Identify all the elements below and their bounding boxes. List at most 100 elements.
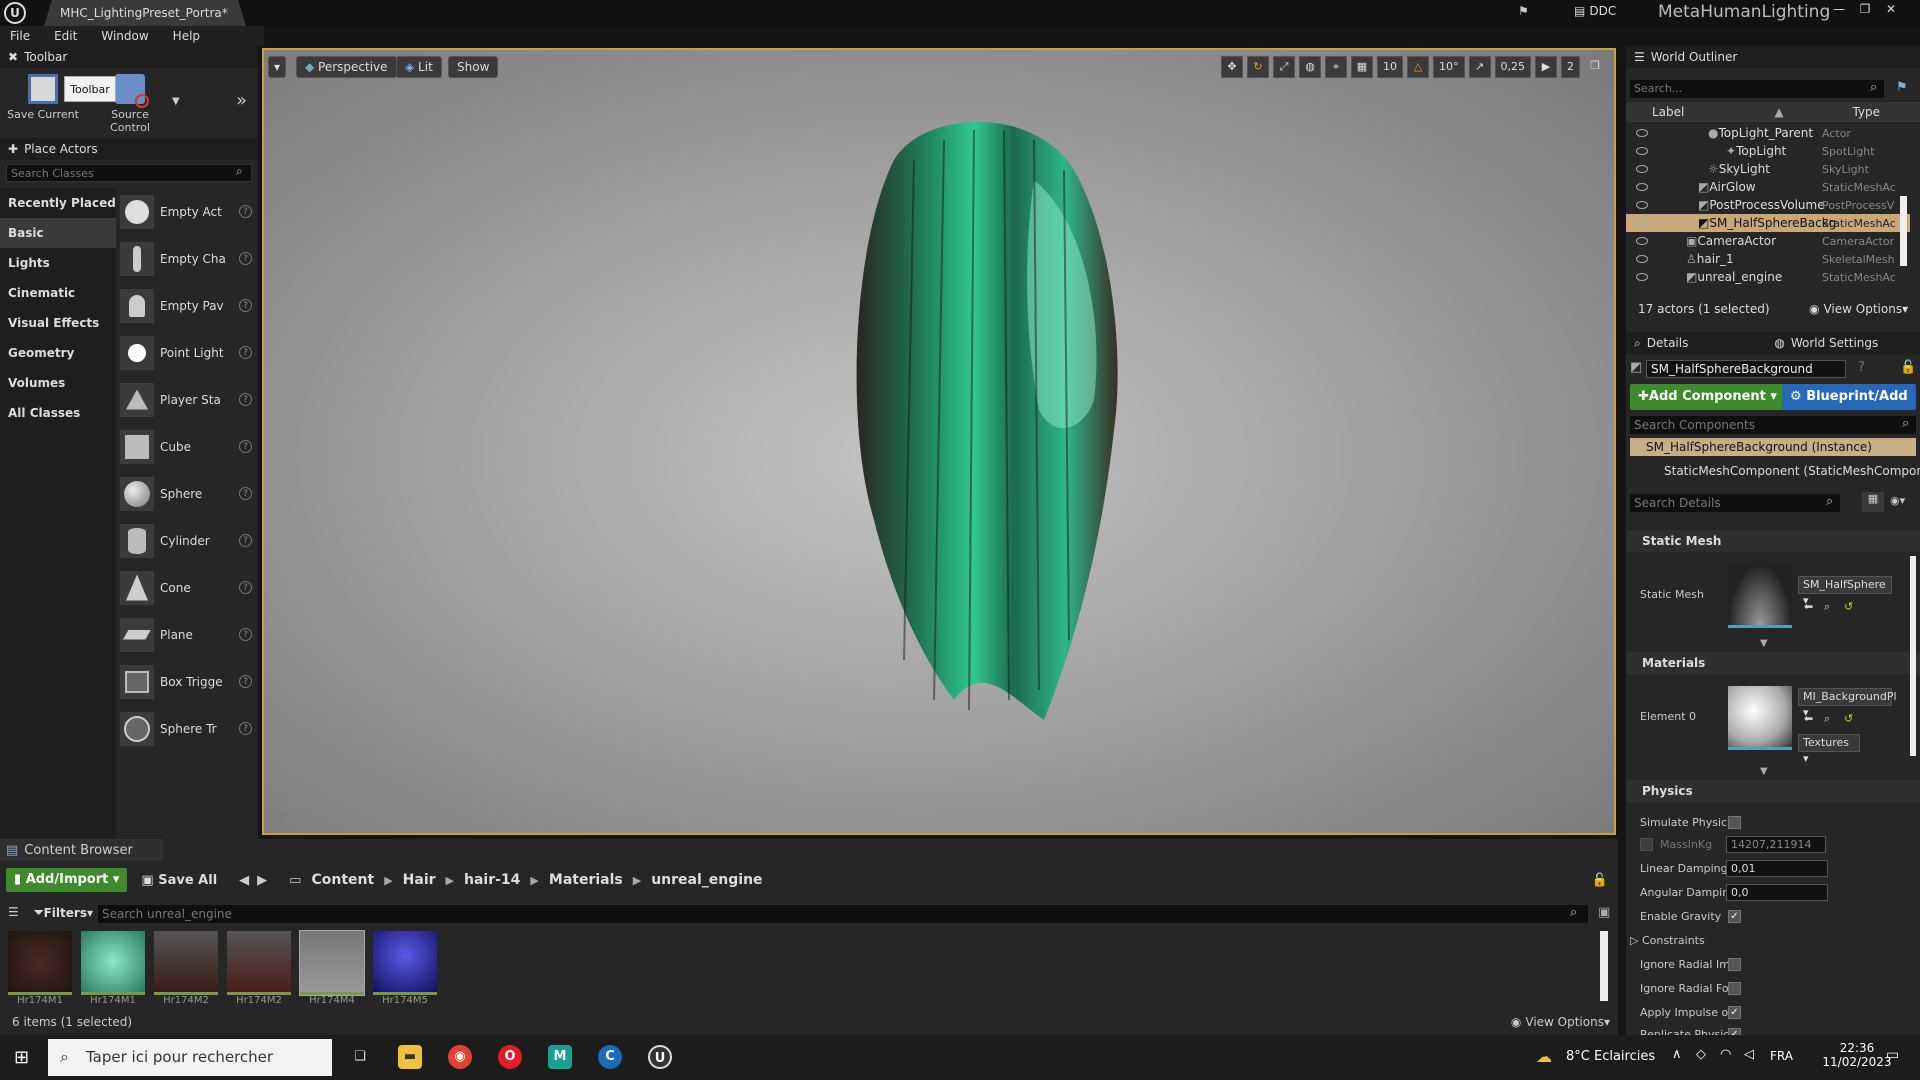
apply-impulse-checkbox[interactable]: ✓: [1728, 1006, 1741, 1019]
asset-tile[interactable]: Hr174M1: [81, 931, 145, 1006]
windows-start-icon[interactable]: ⊞: [14, 1047, 29, 1068]
outliner-row[interactable]: ☼ SkyLight SkyLight: [1626, 160, 1910, 178]
place-actors-tab-label[interactable]: Place Actors: [24, 142, 98, 156]
actor-item-sphere-trigger[interactable]: Sphere Tr?: [120, 705, 252, 752]
actor-item-empty-actor[interactable]: Empty Act?: [120, 188, 252, 235]
material-dropdown[interactable]: MI_BackgroundPl ▾: [1798, 688, 1897, 719]
outliner-scrollbar[interactable]: [1900, 196, 1907, 266]
wifi-icon[interactable]: ◠: [1720, 1047, 1731, 1062]
opera-icon[interactable]: O: [498, 1045, 522, 1069]
constraints-expander[interactable]: ▷ Constraints: [1630, 934, 1705, 947]
actor-item-empty-character[interactable]: Empty Cha?: [120, 235, 252, 282]
mass-field[interactable]: 14207,211914: [1726, 836, 1826, 853]
actor-item-cube[interactable]: Cube?: [120, 423, 252, 470]
volume-icon[interactable]: ◁: [1744, 1047, 1754, 1062]
visibility-eye-icon[interactable]: [1636, 273, 1648, 281]
help-icon[interactable]: ?: [239, 675, 252, 688]
lock-icon[interactable]: 🔓: [1900, 360, 1916, 375]
use-selected-arrow-icon[interactable]: ⬅: [1804, 600, 1813, 613]
reset-icon[interactable]: ↺: [1844, 712, 1853, 725]
task-view-icon[interactable]: ❏: [348, 1045, 372, 1069]
grid-size-value[interactable]: 10: [1377, 56, 1403, 78]
actor-item-box-trigger[interactable]: Box Trigge?: [120, 658, 252, 705]
surface-snap-icon[interactable]: ⌖: [1325, 56, 1347, 78]
outliner-row[interactable]: ▣ CameraActor CameraActor: [1626, 232, 1910, 250]
help-icon[interactable]: ?: [239, 205, 252, 218]
outliner-row[interactable]: ● TopLight_Parent Actor: [1626, 124, 1910, 142]
outliner-row[interactable]: ◩ PostProcessVolume PostProcessV: [1626, 196, 1910, 214]
add-import-button[interactable]: ▮ Add/Import ▾: [6, 868, 128, 892]
category-basic[interactable]: Basic: [0, 218, 116, 248]
notification-icon[interactable]: ▭: [1886, 1047, 1899, 1063]
visibility-eye-icon[interactable]: [1636, 255, 1648, 263]
toolbar-tab-label[interactable]: Toolbar: [24, 50, 67, 64]
search-details-input[interactable]: Search Details: [1630, 494, 1840, 512]
world-space-icon[interactable]: ◍: [1299, 56, 1321, 78]
category-all-classes[interactable]: All Classes: [0, 398, 116, 428]
sources-toggle-icon[interactable]: ☰: [8, 905, 19, 919]
browse-icon[interactable]: ⌕: [1824, 712, 1830, 726]
add-component-button[interactable]: ✚Add Component ▾: [1630, 384, 1785, 410]
clock[interactable]: 22:36 11/02/2023: [1822, 1041, 1892, 1069]
lit-button[interactable]: ◈ Lit: [396, 56, 442, 78]
visibility-eye-icon[interactable]: [1636, 237, 1648, 245]
details-scrollbar[interactable]: [1910, 556, 1916, 756]
scale-snap-icon[interactable]: ↗: [1468, 56, 1491, 78]
static-mesh-dropdown[interactable]: SM_HalfSphere ▾: [1798, 576, 1892, 607]
weather-text[interactable]: 8°C Eclaircies: [1566, 1049, 1655, 1064]
grid-snap-icon[interactable]: ▦: [1351, 56, 1373, 78]
taskbar-search-input[interactable]: Taper ici pour rechercher: [48, 1039, 332, 1076]
outliner-row[interactable]: ✦ TopLight SpotLight: [1626, 142, 1910, 160]
tab-details[interactable]: Details: [1647, 336, 1689, 350]
actor-item-cylinder[interactable]: Cylinder?: [120, 517, 252, 564]
camera-speed-icon[interactable]: ▶: [1535, 56, 1557, 78]
level-viewport[interactable]: ▾ ◆ Perspective ◈ Lit Show ✥ ↻ ⤢ ◍ ⌖ ▦ 1…: [262, 48, 1616, 835]
rotate-icon[interactable]: ↻: [1247, 56, 1269, 78]
actor-item-cone[interactable]: Cone?: [120, 564, 252, 611]
category-geometry[interactable]: Geometry: [0, 338, 116, 368]
asset-tile[interactable]: Hr174M5: [373, 931, 437, 1006]
input-language[interactable]: FRA: [1770, 1049, 1793, 1063]
breadcrumb-hair[interactable]: Hair: [403, 872, 436, 888]
sort-up-icon[interactable]: ▲: [1774, 105, 1783, 119]
angular-damping-field[interactable]: 0,0: [1726, 884, 1828, 901]
static-mesh-section-header[interactable]: Static Mesh: [1626, 530, 1920, 552]
menu-help[interactable]: Help: [173, 29, 200, 43]
label-column-header[interactable]: Label: [1652, 105, 1684, 119]
perspective-button[interactable]: ◆ Perspective: [296, 56, 397, 78]
asset-tile[interactable]: Hr174M4: [299, 930, 365, 1006]
menu-window[interactable]: Window: [101, 29, 148, 43]
help-icon[interactable]: ?: [239, 299, 252, 312]
material-thumbnail[interactable]: [1728, 686, 1792, 750]
add-filter-icon[interactable]: ⚑: [1896, 80, 1908, 95]
visibility-eye-icon[interactable]: [1636, 129, 1648, 137]
scale-snap-value[interactable]: 0,25: [1494, 56, 1531, 78]
category-recently-placed[interactable]: Recently Placed: [0, 188, 116, 218]
close-icon[interactable]: ✕: [1880, 2, 1902, 20]
reset-icon[interactable]: ↺: [1844, 600, 1853, 613]
expand-arrow-icon[interactable]: ▼: [1760, 766, 1768, 777]
help-icon[interactable]: ?: [239, 346, 252, 359]
tray-chevron-icon[interactable]: ∧: [1672, 1047, 1682, 1062]
translate-icon[interactable]: ✥: [1221, 56, 1243, 78]
maya-icon[interactable]: M: [548, 1045, 572, 1069]
actor-item-player-start[interactable]: Player Sta?: [120, 376, 252, 423]
outliner-row-selected[interactable]: ◩ SM_HalfSphereBackg StaticMeshAc: [1626, 214, 1910, 232]
breadcrumb-hair-14[interactable]: hair-14: [464, 872, 520, 888]
physics-section-header[interactable]: Physics: [1626, 780, 1920, 802]
show-button[interactable]: Show: [448, 56, 499, 78]
outliner-view-options-button[interactable]: ◉ View Options ▾: [1809, 302, 1908, 316]
help-icon[interactable]: ?: [239, 440, 252, 453]
help-icon[interactable]: ?: [239, 628, 252, 641]
level-document-tab[interactable]: MHC_LightingPreset_Portra*: [44, 0, 246, 26]
save-search-icon[interactable]: ▣: [1598, 905, 1610, 920]
enable-gravity-checkbox[interactable]: ✓: [1728, 910, 1741, 923]
content-browser-tab[interactable]: ▤ Content Browser: [0, 839, 163, 861]
breadcrumb-materials[interactable]: Materials: [549, 872, 623, 888]
unreal-engine-icon[interactable]: U: [648, 1045, 672, 1069]
chrome-icon[interactable]: ◉: [448, 1045, 472, 1069]
file-explorer-icon[interactable]: ▬: [398, 1045, 422, 1069]
property-matrix-icon[interactable]: ▦: [1862, 492, 1884, 512]
source-control-dropdown-icon[interactable]: ▼: [172, 96, 180, 107]
asset-search-input[interactable]: Search unreal_engine: [98, 905, 1588, 923]
